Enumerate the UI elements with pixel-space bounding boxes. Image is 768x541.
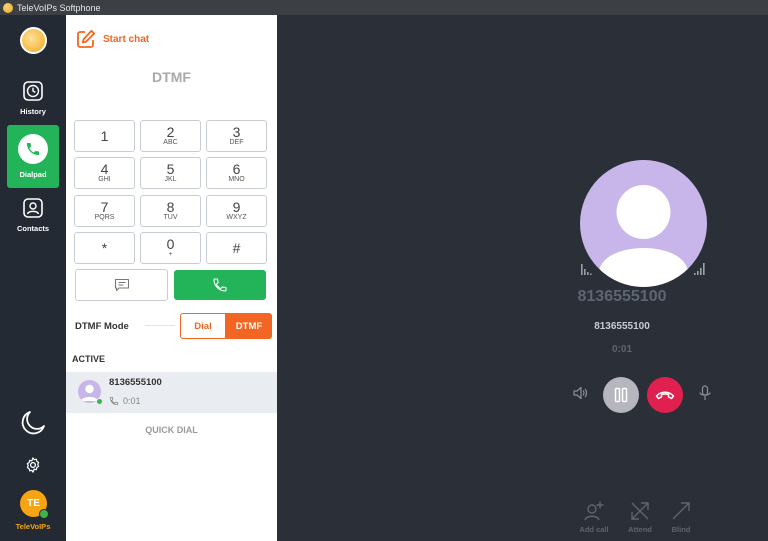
active-call-item[interactable]: 8136555100 0:01 <box>66 372 277 413</box>
call-timer: 0:01 <box>611 344 632 355</box>
blind-transfer-button[interactable]: Blind <box>661 500 701 534</box>
key-7[interactable]: 7 PQRS <box>74 195 135 227</box>
edit-icon <box>77 29 96 48</box>
app-logo <box>20 27 47 54</box>
title-bar: TeleVoIPs Softphone <box>0 0 768 15</box>
key-letters: ABC <box>163 139 178 146</box>
active-section-label: ACTIVE <box>72 354 106 364</box>
key-0[interactable]: 0 + <box>140 232 201 264</box>
key-1[interactable]: 1 <box>74 120 135 152</box>
microphone-icon[interactable] <box>698 385 712 401</box>
key-8[interactable]: 8 TUV <box>140 195 201 227</box>
action-label: Add call <box>579 525 609 534</box>
action-label: Blind <box>671 525 691 534</box>
key-4[interactable]: 4 GHI <box>74 157 135 189</box>
hold-button[interactable] <box>603 377 639 413</box>
sidebar: History Dialpad Contacts TE TeleVoIPs <box>0 15 66 541</box>
app-logo-icon <box>3 2 13 13</box>
key-digit: 8 <box>166 199 175 215</box>
start-chat-label: Start chat <box>103 33 150 45</box>
sidebar-item-dialpad[interactable]: Dialpad <box>7 125 59 188</box>
key-5[interactable]: 5 JKL <box>140 157 201 189</box>
key-star[interactable]: * <box>74 232 135 264</box>
quick-dial-header[interactable]: QUICK DIAL <box>66 425 277 435</box>
key-letters: + <box>168 251 173 258</box>
key-digit: 0 <box>166 236 175 252</box>
add-call-button[interactable]: Add call <box>574 500 614 534</box>
caller-number: 8136555100 <box>594 321 650 332</box>
speaker-icon[interactable] <box>572 385 588 401</box>
key-letters: JKL <box>164 176 177 183</box>
gear-icon[interactable] <box>24 456 42 474</box>
phone-icon <box>213 278 227 292</box>
sidebar-item-contacts[interactable]: Contacts <box>7 197 59 237</box>
mode-dtmf-button[interactable]: DTMF <box>226 313 272 339</box>
key-letters: DEF <box>229 139 244 146</box>
window-title: TeleVoIPs Softphone <box>17 2 101 13</box>
caller-avatar <box>580 160 707 287</box>
divider <box>145 325 175 326</box>
phone-icon <box>18 134 48 164</box>
key-digit: 9 <box>232 199 241 215</box>
hangup-icon <box>655 391 675 400</box>
user-name: TeleVoIPs <box>15 522 51 531</box>
duration-text: 0:01 <box>123 396 141 406</box>
phone-icon <box>109 396 119 406</box>
attended-transfer-button[interactable]: Attend <box>620 500 660 534</box>
key-6[interactable]: 6 MNO <box>206 157 267 189</box>
start-chat-button[interactable]: Start chat <box>76 29 149 49</box>
user-initials: TE <box>27 498 40 509</box>
active-call-number: 8136555100 <box>109 377 162 388</box>
sidebar-item-label: History <box>20 107 46 116</box>
key-digit: # <box>232 240 241 256</box>
key-digit: 1 <box>100 128 109 144</box>
call-button[interactable] <box>174 270 266 300</box>
key-letters: PQRS <box>94 214 115 221</box>
dtmf-mode-label: DTMF Mode <box>75 321 129 332</box>
blind-transfer-icon <box>672 502 690 520</box>
sidebar-item-label: Contacts <box>16 224 50 233</box>
key-digit: 6 <box>232 161 241 177</box>
presence-indicator <box>39 509 49 519</box>
message-icon <box>114 278 129 292</box>
key-3[interactable]: 3 DEF <box>206 120 267 152</box>
key-hash[interactable]: # <box>206 232 267 264</box>
call-view: 8136555100 8136555100 0:01 Add call Atte… <box>277 15 768 541</box>
key-digit: 7 <box>100 199 109 215</box>
mode-dial-button[interactable]: Dial <box>180 313 226 339</box>
key-digit: 5 <box>166 161 175 177</box>
hangup-button[interactable] <box>647 377 683 413</box>
add-user-icon <box>584 501 604 521</box>
moon-icon[interactable] <box>19 409 47 437</box>
signal-low-icon <box>581 264 592 275</box>
dialpad-panel: Start chat DTMF 1 2 ABC 3 DEF 4 GHI 5 JKL 6M… <box>66 15 277 541</box>
key-digit: 4 <box>100 161 109 177</box>
key-digit: * <box>101 240 108 256</box>
user-avatar[interactable]: TE <box>20 490 49 519</box>
signal-high-icon <box>694 263 705 275</box>
caller-number-large: 8136555100 <box>577 288 667 305</box>
message-button[interactable] <box>75 269 168 301</box>
key-letters: MNO <box>228 176 245 183</box>
action-label: Attend <box>628 525 652 534</box>
pause-icon <box>614 387 628 403</box>
key-letters: TUV <box>163 214 178 221</box>
contact-icon <box>22 197 44 219</box>
key-2[interactable]: 2 ABC <box>140 120 201 152</box>
key-9[interactable]: 9 WXYZ <box>206 195 267 227</box>
clock-icon <box>22 80 44 102</box>
key-letters: GHI <box>98 176 111 183</box>
sidebar-item-label: Dialpad <box>19 170 47 179</box>
active-call-duration: 0:01 <box>109 396 141 406</box>
key-digit: 3 <box>232 124 241 140</box>
page-title: DTMF <box>152 69 191 85</box>
key-digit: 2 <box>166 124 175 140</box>
sidebar-item-history[interactable]: History <box>7 80 59 120</box>
attended-transfer-icon <box>631 502 649 520</box>
presence-indicator <box>96 398 103 405</box>
key-letters: WXYZ <box>226 214 247 221</box>
